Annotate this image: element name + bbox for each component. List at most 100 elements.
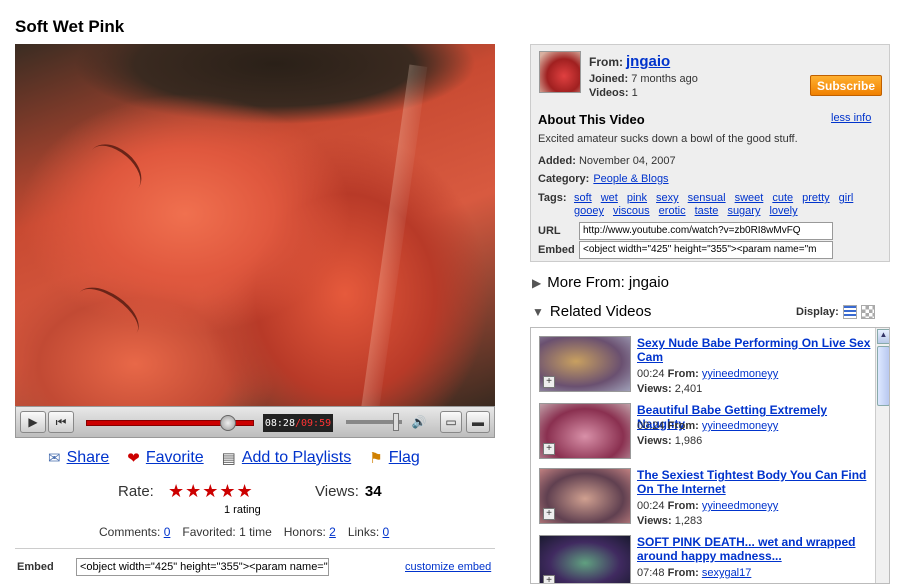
window-icon: ▭ <box>445 415 457 429</box>
tag-link[interactable]: sweet <box>735 192 764 205</box>
video-thumbnail[interactable]: + <box>539 403 631 459</box>
tag-link[interactable]: viscous <box>613 205 650 218</box>
list-item: + SOFT PINK DEATH... wet and wrapped aro… <box>531 527 875 583</box>
related-user-link[interactable]: yyineedmoneyy <box>702 368 778 380</box>
normal-size-button[interactable]: ▭ <box>440 411 462 433</box>
uploader-link[interactable]: jngaio <box>626 53 670 70</box>
favorite-action[interactable]: ❤ Favorite <box>127 449 203 467</box>
less-info-link[interactable]: less info <box>831 112 871 124</box>
plus-icon[interactable]: + <box>543 443 555 455</box>
related-videos-list: + Sexy Nude Babe Performing On Live Sex … <box>530 327 890 584</box>
video-thumbnail[interactable]: + <box>539 535 631 583</box>
tag-link[interactable]: girl <box>839 192 854 205</box>
rewind-button[interactable]: ⏮ <box>48 411 74 433</box>
flag-action[interactable]: ⚑ Flag <box>369 449 420 467</box>
related-videos-toggle[interactable]: ▼ Related Videos <box>532 303 651 320</box>
triangle-right-icon: ▶ <box>532 275 542 290</box>
add-to-playlists-link[interactable]: Add to Playlists <box>242 449 351 467</box>
tag-link[interactable]: gooey <box>574 205 604 218</box>
scroll-thumb[interactable] <box>877 346 889 406</box>
related-user-link[interactable]: yyineedmoneyy <box>702 420 778 432</box>
volume-handle[interactable] <box>393 413 399 431</box>
related-video-title[interactable]: The Sexiest Tightest Body You Can Find O… <box>637 468 871 496</box>
playlist-action[interactable]: ▤ Add to Playlists <box>222 449 352 467</box>
play-button[interactable]: ▶ <box>20 411 46 433</box>
rate-label: Rate: <box>118 483 154 500</box>
added-date: Added: November 04, 2007 <box>538 155 676 167</box>
video-duration: 00:24 <box>637 500 665 512</box>
more-from-toggle[interactable]: ▶ More From: jngaio <box>532 274 669 291</box>
video-stats: Comments: 0 Favorited: 1 time Honors: 2 … <box>99 525 389 539</box>
videos-label: Videos: <box>589 87 629 99</box>
views-value: 34 <box>364 483 382 500</box>
comments-link[interactable]: 0 <box>164 525 171 539</box>
url-field[interactable]: http://www.youtube.com/watch?v=zb0RI8wMv… <box>579 222 833 240</box>
total-time: 09:59 <box>301 417 332 429</box>
about-heading: About This Video <box>538 112 645 127</box>
honors-link[interactable]: 2 <box>329 525 336 539</box>
tags-label: Tags: <box>538 192 567 204</box>
subscribe-button[interactable]: Subscribe <box>810 75 882 96</box>
tag-link[interactable]: sexy <box>656 192 679 205</box>
video-duration: 00:24 <box>637 420 665 432</box>
plus-icon[interactable]: + <box>543 508 555 520</box>
tag-link[interactable]: sensual <box>688 192 726 205</box>
tag-link[interactable]: wet <box>601 192 618 205</box>
video-thumbnail[interactable]: + <box>539 336 631 392</box>
related-video-from: 07:48 From: sexygal17 <box>637 567 751 579</box>
related-video-from: 00:24 From: yyineedmoneyy <box>637 368 778 380</box>
scrollbar[interactable]: ▲ <box>875 328 889 583</box>
tag-link[interactable]: sugary <box>727 205 760 218</box>
triangle-down-icon: ▼ <box>532 304 544 319</box>
progress-handle[interactable] <box>220 415 236 431</box>
tag-list: soft wet pink sexy sensual sweet cute pretty gir… <box>574 192 874 218</box>
links-link[interactable]: 0 <box>383 525 390 539</box>
time-display: 08:28 / 09:59 <box>263 414 333 432</box>
related-user-link[interactable]: yyineedmoneyy <box>702 500 778 512</box>
views-value: 1,283 <box>674 515 703 527</box>
related-video-title[interactable]: SOFT PINK DEATH... wet and wrapped aroun… <box>637 535 871 563</box>
related-video-from: 00:24 From: yyineedmoneyy <box>637 500 778 512</box>
tag-link[interactable]: pretty <box>802 192 830 205</box>
plus-icon[interactable]: + <box>543 575 555 583</box>
rating-stars[interactable]: ★★★★★ <box>168 481 254 502</box>
related-video-title[interactable]: Sexy Nude Babe Performing On Live Sex Ca… <box>637 336 871 364</box>
rewind-icon: ⏮ <box>55 414 67 429</box>
list-view-icon[interactable] <box>842 305 857 319</box>
related-user-link[interactable]: sexygal17 <box>702 567 752 579</box>
tag-link[interactable]: pink <box>627 192 647 205</box>
category-link[interactable]: People & Blogs <box>593 173 668 185</box>
flag-link[interactable]: Flag <box>389 449 420 467</box>
favorite-link[interactable]: Favorite <box>146 449 204 467</box>
embed-code-field-side[interactable]: <object width="425" height="355"><param … <box>579 241 833 259</box>
uploader: From: jngaio <box>589 53 670 70</box>
comments-label: Comments: <box>99 525 161 539</box>
share-action[interactable]: ✉ Share <box>48 449 109 467</box>
grid-view-icon[interactable] <box>860 305 875 319</box>
avatar[interactable] <box>539 51 581 93</box>
tag-link[interactable]: cute <box>772 192 793 205</box>
video-actions: ✉ Share ❤ Favorite ▤ Add to Playlists ⚑ … <box>48 449 420 467</box>
flag-icon: ⚑ <box>369 450 383 467</box>
from-label: From: <box>589 55 623 69</box>
play-icon: ▶ <box>28 415 38 429</box>
customize-embed-link[interactable]: customize embed <box>405 561 491 573</box>
share-link[interactable]: Share <box>67 449 110 467</box>
video-frame[interactable] <box>15 44 495 406</box>
tag-link[interactable]: taste <box>695 205 719 218</box>
scroll-up-icon[interactable]: ▲ <box>877 329 889 344</box>
tag-link[interactable]: erotic <box>659 205 686 218</box>
speaker-icon[interactable]: 🔊 <box>408 411 430 433</box>
related-video-views: Views: 1,283 <box>637 515 702 527</box>
embed-code-field[interactable]: <object width="425" height="355"><param … <box>76 558 329 576</box>
video-shape <box>360 64 428 406</box>
tag-link[interactable]: lovely <box>769 205 797 218</box>
fullscreen-button[interactable]: ▬ <box>466 411 490 433</box>
divider <box>15 548 495 549</box>
video-thumbnail[interactable]: + <box>539 468 631 524</box>
favorited-stat: Favorited: 1 time <box>182 525 272 539</box>
plus-icon[interactable]: + <box>543 376 555 388</box>
list-item: + Sexy Nude Babe Performing On Live Sex … <box>531 328 875 395</box>
tag-link[interactable]: soft <box>574 192 592 205</box>
category: Category: People & Blogs <box>538 173 669 185</box>
